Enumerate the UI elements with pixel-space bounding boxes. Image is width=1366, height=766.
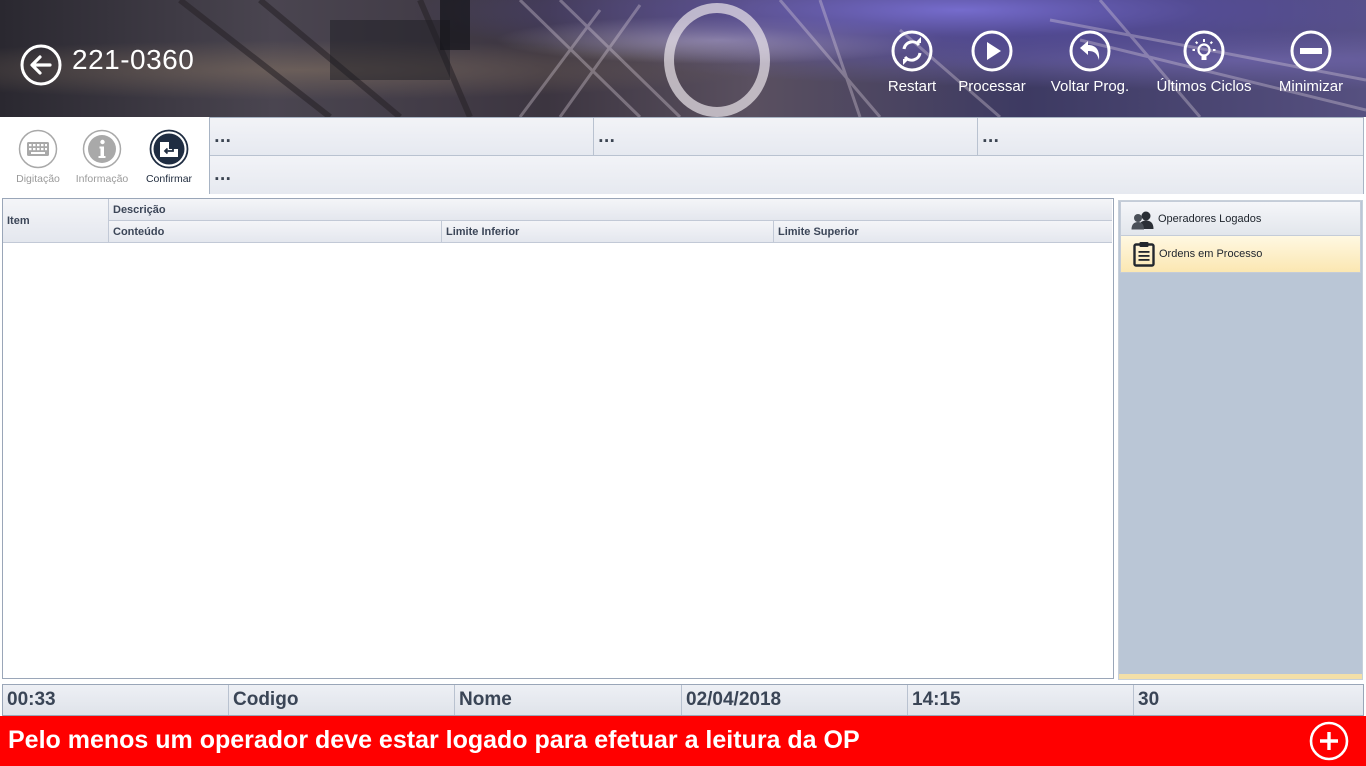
restart-label: Restart [887, 78, 937, 95]
plant-code-title: 221-0360 [72, 44, 195, 75]
column-header-content[interactable]: Conteúdo [109, 221, 442, 243]
lightbulb-icon [1183, 30, 1225, 72]
column-header-lower-limit[interactable]: Limite Inferior [442, 221, 774, 243]
confirm-label: Confirmar [145, 173, 193, 185]
restart-icon [891, 30, 933, 72]
status-clock: 14:15 [908, 685, 1134, 715]
undo-icon [1069, 30, 1111, 72]
status-elapsed-time: 00:33 [3, 685, 229, 715]
minus-icon [1290, 30, 1332, 72]
keyboard-icon [18, 129, 58, 169]
status-count: 30 [1138, 689, 1160, 710]
process-label: Processar [958, 78, 1026, 95]
expand-alert-button[interactable] [1309, 721, 1349, 761]
arrow-left-icon [20, 44, 62, 86]
enter-icon [149, 129, 189, 169]
tab-orders-in-process-label: Ordens em Processo [1159, 248, 1263, 260]
status-name: Nome [455, 685, 682, 715]
header-banner: 221-0360 Restart Processar Voltar Prog. … [0, 0, 1366, 117]
alert-message: Pelo menos um operador deve estar logado… [8, 726, 860, 754]
side-panel: Operadores Logados Ordens em Processo [1118, 200, 1363, 680]
typing-button[interactable]: Digitação [6, 129, 70, 185]
users-icon [1131, 211, 1154, 230]
process-button[interactable]: Processar [956, 30, 1028, 110]
status-date: 02/04/2018 [682, 685, 908, 715]
info-field-4: ... [210, 156, 1363, 194]
minimize-label: Minimizar [1278, 78, 1344, 95]
tab-orders-in-process[interactable]: Ordens em Processo [1120, 235, 1361, 273]
last-cycles-button[interactable]: Últimos Ciclos [1152, 30, 1256, 110]
confirm-button[interactable]: Confirmar [137, 129, 201, 185]
column-header-item[interactable]: Item [3, 199, 109, 243]
back-program-button[interactable]: Voltar Prog. [1046, 30, 1134, 110]
alert-banner: Pelo menos um operador deve estar logado… [0, 716, 1366, 766]
info-icon [82, 129, 122, 169]
side-panel-footer [1119, 674, 1362, 679]
info-field-3: ... [978, 118, 1363, 156]
info-field-2: ... [594, 118, 978, 156]
column-header-description[interactable]: Descrição [109, 199, 1112, 221]
back-program-label: Voltar Prog. [1050, 78, 1130, 95]
information-label: Informação [75, 173, 129, 185]
clipboard-icon [1133, 242, 1155, 267]
restart-button[interactable]: Restart [885, 30, 939, 110]
action-toolbar: Digitação Informação Confirmar [0, 117, 209, 193]
info-fields-panel: ... ... ... ... [209, 117, 1364, 194]
play-icon [971, 30, 1013, 72]
column-header-upper-limit[interactable]: Limite Superior [774, 221, 1112, 243]
info-field-1: ... [210, 118, 594, 156]
tab-logged-operators-label: Operadores Logados [1158, 213, 1262, 225]
information-button[interactable]: Informação [70, 129, 134, 185]
plus-icon [1309, 721, 1349, 761]
status-bar: 00:33 Codigo Nome 02/04/2018 14:15 30 [2, 684, 1364, 716]
typing-label: Digitação [16, 173, 60, 185]
app-window: 221-0360 Restart Processar Voltar Prog. … [0, 0, 1366, 766]
minimize-button[interactable]: Minimizar [1274, 30, 1348, 110]
tab-logged-operators[interactable]: Operadores Logados [1120, 201, 1361, 236]
items-grid: Item Descrição Conteúdo Limite Inferior … [2, 198, 1114, 679]
last-cycles-label: Últimos Ciclos [1156, 78, 1252, 95]
back-button[interactable] [20, 44, 62, 86]
grid-body [3, 243, 1113, 678]
status-code: Codigo [229, 685, 455, 715]
